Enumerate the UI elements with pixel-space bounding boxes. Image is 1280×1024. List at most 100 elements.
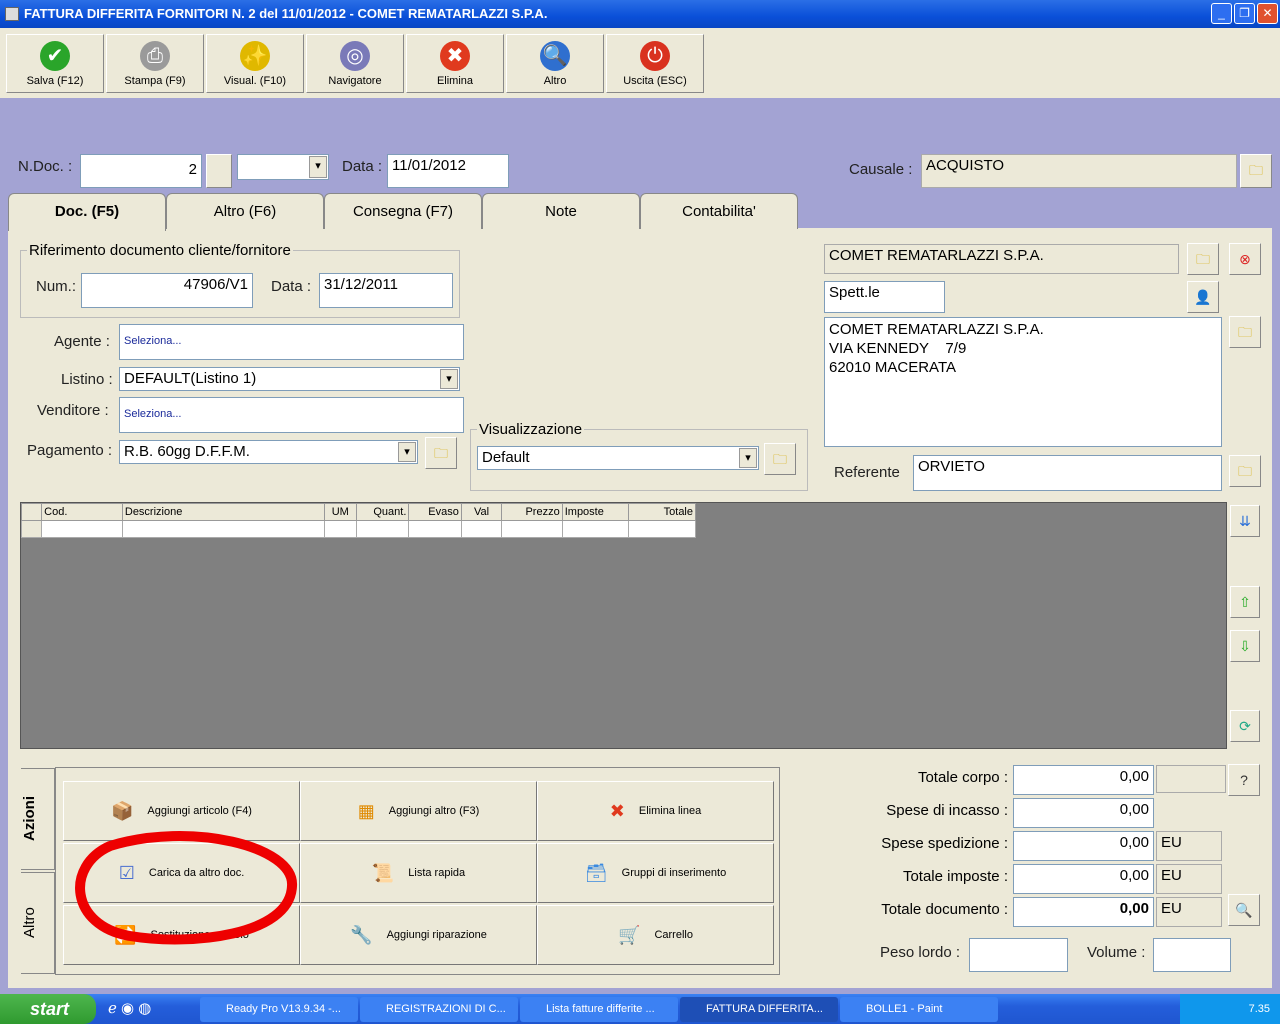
visualizzazione-select[interactable]: Default	[477, 446, 759, 470]
ndoc-button[interactable]	[206, 154, 232, 188]
address-folder-icon[interactable]: 🗀	[1229, 316, 1261, 348]
scroll-top-icon[interactable]: ⇊	[1230, 505, 1260, 537]
column-header[interactable]: Val	[460, 503, 503, 521]
toolbar-button-1[interactable]: ⎙ Stampa (F9)	[106, 34, 204, 93]
peso-input[interactable]	[969, 938, 1068, 972]
grid-cell[interactable]	[41, 520, 123, 538]
total-label: Spese spedizione :	[881, 835, 1008, 852]
volume-input[interactable]	[1153, 938, 1231, 972]
referente-label: Referente	[834, 464, 900, 481]
taskbar-item-4[interactable]: BOLLE1 - Paint	[840, 997, 998, 1022]
cliente-name-input[interactable]: COMET REMATARLAZZI S.P.A.	[824, 244, 1179, 274]
series-select[interactable]	[237, 154, 329, 180]
row-selector[interactable]	[20, 520, 43, 538]
pagamento-select[interactable]: R.B. 60gg D.F.F.M.	[119, 440, 418, 464]
total-value[interactable]: 0,00	[1013, 798, 1154, 828]
action-label: Aggiungi riparazione	[386, 929, 487, 941]
grid-cell[interactable]	[408, 520, 462, 538]
action-button-1[interactable]: ▦ Aggiungi altro (F3)	[300, 781, 537, 841]
referente-input[interactable]: ORVIETO	[913, 455, 1222, 491]
cliente-folder-icon[interactable]: 🗀	[1187, 243, 1219, 275]
person-icon[interactable]: 👤	[1187, 281, 1219, 313]
taskbar-item-0[interactable]: Ready Pro V13.9.34 -...	[200, 997, 358, 1022]
maximize-button[interactable]: ❐	[1234, 3, 1255, 24]
lines-grid[interactable]: Cod. Descrizione UM Quant. Evaso Val Prezzo Imp…	[20, 502, 1227, 749]
causale-label: Causale :	[849, 161, 913, 178]
riferimento-legend: Riferimento documento cliente/fornitore	[29, 242, 291, 259]
taskbar-item-1[interactable]: REGISTRAZIONI DI C...	[360, 997, 518, 1022]
column-header[interactable]: Imposte	[561, 503, 630, 521]
tab-4[interactable]: Contabilita'	[640, 193, 798, 229]
column-header[interactable]: Evaso	[408, 503, 462, 521]
grid-cell[interactable]	[561, 520, 630, 538]
taskbar-item-2[interactable]: Lista fatture differite ...	[520, 997, 678, 1022]
action-button-8[interactable]: 🛒 Carrello	[537, 905, 774, 965]
cliente-address-input[interactable]: COMET REMATARLAZZI S.P.A. VIA KENNEDY 7/…	[824, 317, 1222, 447]
help-button[interactable]: ?	[1228, 764, 1260, 796]
volume-label: Volume :	[1087, 944, 1146, 961]
book-search-icon: 🔍	[540, 41, 570, 71]
refresh-icon[interactable]: ⟳	[1230, 710, 1260, 742]
cliente-title-input[interactable]: Spett.le	[824, 281, 945, 313]
tab-2[interactable]: Consegna (F7)	[324, 193, 482, 229]
wrench-icon: 🔧	[350, 924, 373, 945]
grid-cell[interactable]	[355, 520, 410, 538]
ref-date-label: Data :	[271, 278, 312, 295]
grid-cell[interactable]	[628, 520, 696, 538]
column-header[interactable]: UM	[323, 503, 357, 521]
tab-1[interactable]: Altro (F6)	[166, 193, 324, 229]
total-value[interactable]: 0,00	[1013, 831, 1154, 861]
action-button-2[interactable]: ✖ Elimina linea	[537, 781, 774, 841]
visualizzazione-folder-icon[interactable]: 🗀	[764, 443, 796, 475]
column-header[interactable]: Cod.	[41, 503, 123, 521]
column-header[interactable]: Quant.	[355, 503, 410, 521]
toolbar-button-4[interactable]: ✖ Elimina	[406, 34, 504, 93]
tab-3[interactable]: Note	[482, 193, 640, 229]
peso-label: Peso lordo :	[880, 944, 961, 961]
causale-folder-icon[interactable]: 🗀	[1240, 154, 1272, 188]
toolbar-button-6[interactable]: ⏻ Uscita (ESC)	[606, 34, 704, 93]
close-button[interactable]: ✕	[1257, 3, 1278, 24]
grid-cell[interactable]	[121, 520, 325, 538]
total-value: 0,00	[1013, 765, 1154, 795]
tab-0[interactable]: Doc. (F5)	[8, 193, 166, 231]
grid-cell[interactable]	[323, 520, 357, 538]
toolbar-button-5[interactable]: 🔍 Altro	[506, 34, 604, 93]
toolbar-button-2[interactable]: ✨ Visual. (F10)	[206, 34, 304, 93]
grid-cell[interactable]	[460, 520, 503, 538]
total-unit: EU	[1156, 831, 1222, 861]
start-button[interactable]: start	[0, 994, 96, 1024]
listino-select[interactable]: DEFAULT(Listino 1)	[119, 367, 460, 391]
action-button-5[interactable]: 🗃 Gruppi di inserimento	[537, 843, 774, 903]
toolbar-button-0[interactable]: ✔ Salva (F12)	[6, 34, 104, 93]
taskbar-item-3[interactable]: FATTURA DIFFERITA...	[680, 997, 838, 1022]
action-button-7[interactable]: 🔧 Aggiungi riparazione	[300, 905, 537, 965]
action-button-4[interactable]: 📜 Lista rapida	[300, 843, 537, 903]
move-down-icon[interactable]: ⇩	[1230, 630, 1260, 662]
address-line: 62010 MACERATA	[829, 359, 956, 376]
totale-corpo-extra	[1156, 765, 1226, 793]
date-input[interactable]: 11/01/2012	[387, 154, 509, 188]
referente-folder-icon[interactable]: 🗀	[1229, 455, 1261, 487]
total-value: 0,00	[1013, 897, 1154, 927]
cliente-clear-icon[interactable]: ⊗	[1229, 243, 1261, 275]
grid-cell[interactable]	[501, 520, 563, 538]
toolbar-button-3[interactable]: ◎ Navigatore	[306, 34, 404, 93]
causale-input[interactable]: ACQUISTO	[921, 154, 1237, 188]
pagamento-folder-icon[interactable]: 🗀	[425, 437, 457, 469]
column-header[interactable]: Prezzo	[501, 503, 563, 521]
tab-azioni[interactable]: Azioni	[21, 768, 55, 870]
minimize-button[interactable]: _	[1211, 3, 1232, 24]
ref-date-input[interactable]: 31/12/2011	[319, 273, 453, 308]
ref-num-input[interactable]: 47906/V1	[81, 273, 253, 308]
ndoc-input[interactable]: 2	[80, 154, 202, 188]
quick-launch-icons[interactable]: ℯ ◉ ◍	[108, 999, 151, 1017]
column-header[interactable]: Descrizione	[121, 503, 325, 521]
move-up-icon[interactable]: ⇧	[1230, 586, 1260, 618]
column-header[interactable]: Totale	[628, 503, 696, 521]
agente-input[interactable]: Seleziona...	[119, 324, 464, 360]
table-row[interactable]	[20, 520, 696, 538]
tab-altro-side[interactable]: Altro	[21, 872, 55, 974]
venditore-input[interactable]: Seleziona...	[119, 397, 464, 433]
zoom-icon[interactable]: 🔍	[1228, 894, 1260, 926]
